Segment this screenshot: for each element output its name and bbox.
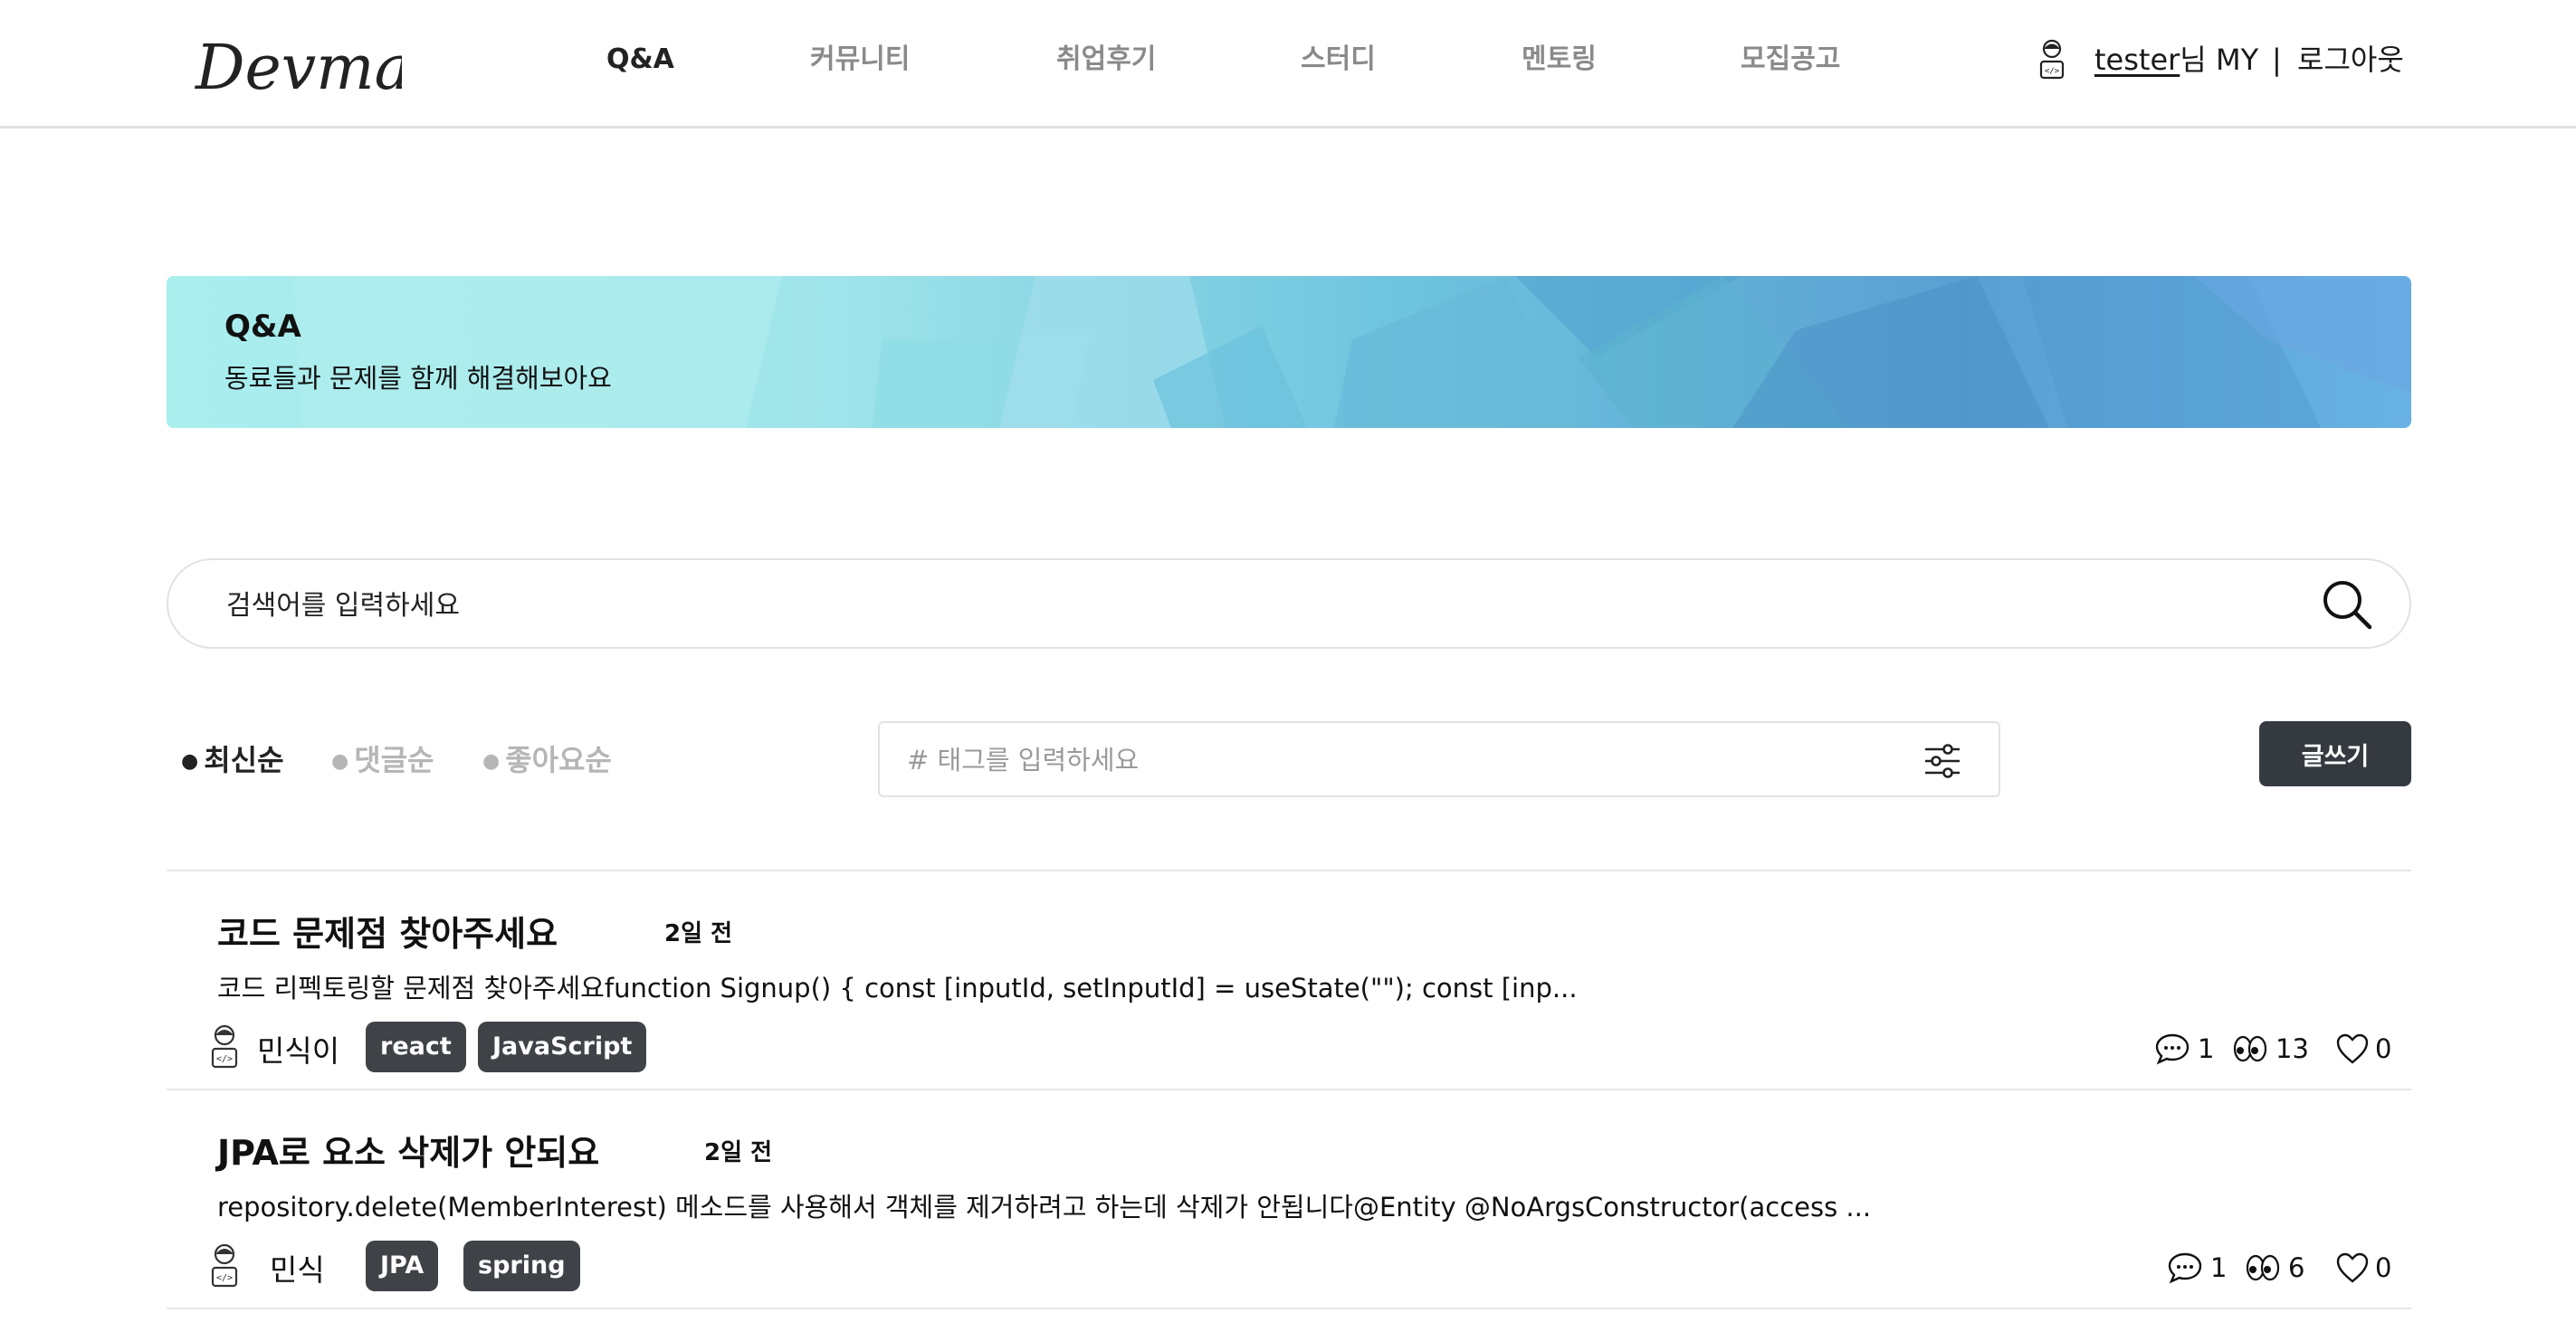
svg-text:Devmate: Devmate xyxy=(194,33,402,104)
heart-icon[interactable] xyxy=(2335,1032,2370,1065)
post-time: 2일 전 xyxy=(704,1139,772,1166)
username-link[interactable]: tester xyxy=(2094,43,2180,77)
sort-latest-label: 최신순 xyxy=(204,743,284,777)
nav-item-community[interactable]: 커뮤니티 xyxy=(810,40,910,80)
post-excerpt: repository.delete(MemberInterest) 메소드를 사… xyxy=(217,1192,1872,1223)
banner-title: Q&A xyxy=(224,309,301,345)
nav-item-study[interactable]: 스터디 xyxy=(1301,40,1376,80)
list-divider xyxy=(167,1308,2411,1309)
tag-chip[interactable]: react xyxy=(366,1022,466,1072)
post-excerpt: 코드 리펙토링할 문제점 찾아주세요function Signup() { co… xyxy=(217,973,1578,1004)
heart-icon[interactable] xyxy=(2335,1251,2370,1284)
sort-latest[interactable]: ● 최신순 xyxy=(181,740,284,782)
eyes-icon xyxy=(2233,1035,2267,1062)
tag-input[interactable] xyxy=(907,739,1903,781)
post-title[interactable]: 코드 문제점 찾아주세요 xyxy=(217,906,558,956)
banner-background xyxy=(167,276,2411,428)
tag-chip[interactable]: JPA xyxy=(366,1241,439,1291)
header-separator: | xyxy=(2272,43,2282,77)
sort-comments-label: 댓글순 xyxy=(354,743,434,777)
svg-text:</>: </> xyxy=(216,1054,233,1064)
view-count-value: 6 xyxy=(2288,1252,2305,1283)
post-time: 2일 전 xyxy=(664,920,732,947)
nav-item-job-reviews[interactable]: 취업후기 xyxy=(1056,40,1156,80)
logout-link[interactable]: 로그아웃 xyxy=(2297,40,2404,80)
nav-item-mentoring[interactable]: 멘토링 xyxy=(1522,40,1597,80)
post-author[interactable]: 민식이 xyxy=(257,1027,339,1070)
svg-text:</>: </> xyxy=(216,1273,233,1283)
post-item[interactable]: JPA로 요소 삭제가 안되요 2일 전 repository.delete(M… xyxy=(167,1090,2411,1308)
post-stats: 1 13 0 xyxy=(2154,1031,2411,1067)
sliders-icon[interactable] xyxy=(1922,741,1962,781)
bullet-dot: ● xyxy=(482,750,501,773)
devmate-logo[interactable]: Devmate xyxy=(194,18,472,109)
like-count-value: 0 xyxy=(2375,1033,2392,1064)
search-bar xyxy=(167,558,2411,649)
search-icon[interactable] xyxy=(2321,578,2373,631)
qna-banner: Q&A 동료들과 문제를 함께 해결해보아요 xyxy=(167,276,2411,428)
sort-comments[interactable]: ● 댓글순 xyxy=(331,740,434,782)
user-greeting: tester님 xyxy=(2094,40,2207,80)
nav-item-qna[interactable]: Q&A xyxy=(606,40,674,80)
developer-avatar-icon: </> xyxy=(2037,38,2067,81)
post-item[interactable]: 코드 문제점 찾아주세요 2일 전 코드 리펙토링할 문제점 찾아주세요func… xyxy=(167,871,2411,1089)
logo-graphic: Devmate xyxy=(194,33,472,104)
bullet-dot: ● xyxy=(181,750,199,773)
comment-count-value: 1 xyxy=(2210,1252,2228,1283)
tag-chip[interactable]: JavaScript xyxy=(478,1022,647,1072)
svg-text:</>: </> xyxy=(2045,67,2060,76)
banner-subtitle: 동료들과 문제를 함께 해결해보아요 xyxy=(224,363,612,394)
post-author[interactable]: 민식 xyxy=(270,1246,325,1289)
speech-bubble-icon xyxy=(2168,1252,2202,1284)
bullet-dot: ● xyxy=(331,750,349,773)
comment-count-value: 1 xyxy=(2198,1033,2215,1064)
post-stats: 1 6 0 xyxy=(2167,1250,2411,1286)
top-header: Devmate Q&A 커뮤니티 취업후기 스터디 멘토링 모집공고 </> t… xyxy=(0,0,2576,128)
tag-filter-box xyxy=(878,721,2000,797)
view-count-value: 13 xyxy=(2275,1033,2309,1064)
post-title[interactable]: JPA로 요소 삭제가 안되요 xyxy=(217,1125,599,1175)
search-input[interactable] xyxy=(226,584,2218,627)
write-post-button[interactable]: 글쓰기 xyxy=(2259,721,2411,786)
developer-avatar-icon: </> xyxy=(208,1023,241,1070)
eyes-icon xyxy=(2246,1254,2280,1281)
tag-chip[interactable]: spring xyxy=(463,1241,580,1291)
sort-likes-label: 좋아요순 xyxy=(505,743,612,777)
nav-item-recruitment[interactable]: 모집공고 xyxy=(1741,40,1840,80)
like-count-value: 0 xyxy=(2375,1252,2392,1283)
honorific-suffix: 님 xyxy=(2180,43,2207,77)
sort-likes[interactable]: ● 좋아요순 xyxy=(482,740,612,782)
my-page-link[interactable]: MY xyxy=(2216,40,2258,80)
speech-bubble-icon xyxy=(2155,1033,2190,1065)
developer-avatar-icon: </> xyxy=(208,1242,241,1289)
